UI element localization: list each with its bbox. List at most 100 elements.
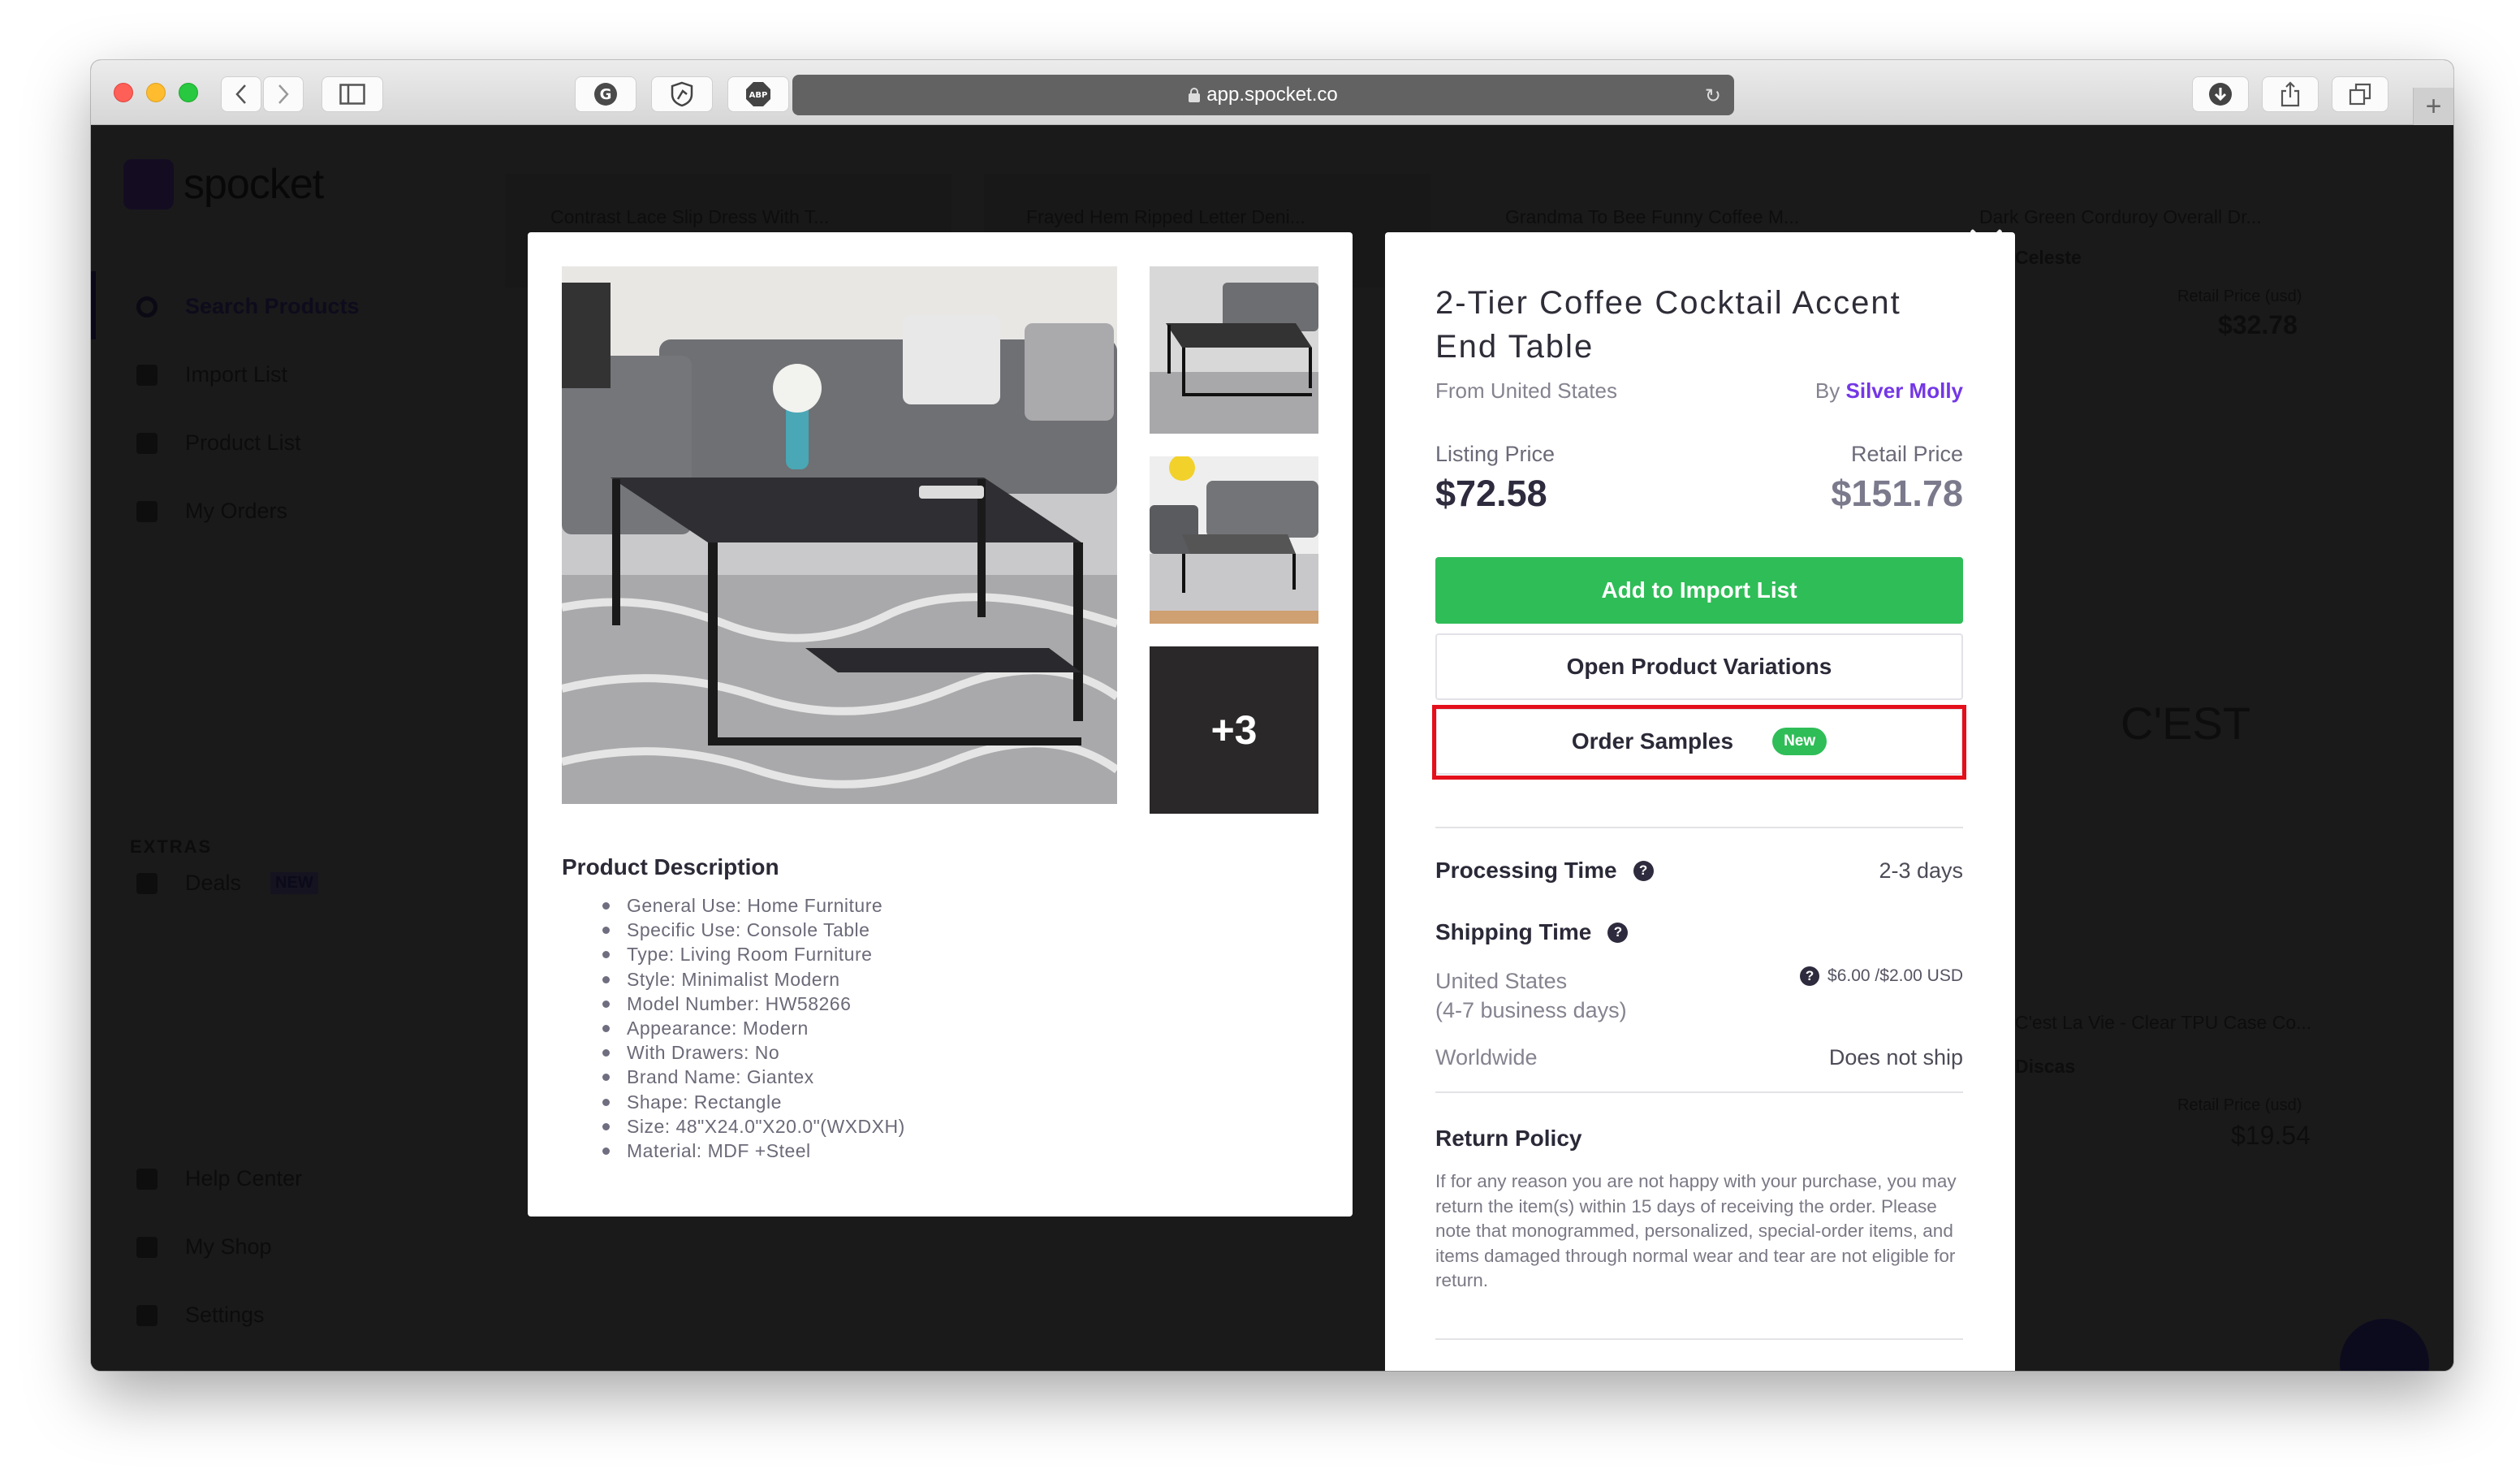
downloads-button[interactable] [2192,76,2249,112]
processing-time-value: 2-3 days [1879,858,1963,883]
sidebar-item-product-list[interactable]: Product List [136,430,301,456]
main-product-image[interactable] [562,266,1117,804]
shipping-destination: United States [1435,969,1568,993]
retail-price-label: Retail Price [1850,442,1963,466]
processing-time-heading: Processing Time ? [1435,858,1654,884]
reload-icon[interactable]: ↻ [1705,84,1721,108]
retail-price: $151.78 [1831,473,1963,514]
new-tab-button[interactable]: + [2413,88,2453,125]
product-gallery-panel: +3 Product Description General Use: Home… [528,232,1353,1217]
description-item: With Drawers: No [602,1040,905,1065]
svg-text:ABP: ABP [749,91,768,100]
new-badge: NEW [270,872,318,894]
grammarly-icon: G [594,83,617,106]
product-card-title: Dark Green Corduroy Overall Dr... [1979,206,2262,227]
shipping-time-heading-row: Shipping Time ? [1435,919,1963,945]
seller-link[interactable]: Silver Molly [1846,378,1964,403]
list-icon [136,432,158,454]
product-details-panel: 2-Tier Coffee Cocktail Accent End Table … [1385,232,2015,1371]
shield-icon [671,81,693,107]
url-text: app.spocket.co [1206,84,1338,106]
price-values: $72.58 $151.78 [1435,473,1963,515]
shop-icon [136,1236,158,1258]
forward-button[interactable] [263,76,304,112]
order-samples-button[interactable]: Order Samples New [1435,708,1963,775]
sidebar: spocket Search Products Import List Prod… [91,125,416,1371]
add-to-import-list-button[interactable]: Add to Import List [1435,557,1963,624]
close-window-button[interactable] [114,83,133,102]
coffee-table-photo [562,266,1117,804]
back-button[interactable] [221,76,261,112]
description-item: Size: 48"X24.0"X20.0"(WXDXH) [602,1114,905,1139]
retail-price: $19.54 [2231,1121,2311,1150]
phone-case-image: C'EST [2121,698,2251,749]
seller-name: Celeste [2015,247,2082,268]
shipping-cost-value: $6.00 /$2.00 USD [1827,966,1963,985]
shipping-worldwide-row: Worldwide Does not ship [1435,1043,1963,1072]
thumbnail-image [1150,266,1318,434]
forward-icon [278,84,289,104]
product-card-title: C'est La Vie - Clear TPU Case Co... [2015,1012,2312,1033]
help-icon[interactable]: ? [1633,860,1654,881]
orders-icon [136,500,158,522]
sidebar-item-label: Settings [185,1303,265,1327]
tabs-icon [2349,83,2371,106]
sidebar-item-my-shop[interactable]: My Shop [136,1234,272,1260]
help-icon[interactable]: ? [1607,922,1629,943]
chat-support-button[interactable] [2340,1319,2429,1371]
description-item: Style: Minimalist Modern [602,967,905,992]
origin-seller-row: From United States By Silver Molly [1435,378,1963,404]
description-item: Appearance: Modern [602,1016,905,1040]
processing-time-row: Processing Time ? 2-3 days [1435,858,1963,884]
shipping-cost: ? $6.00 /$2.00 USD [1800,966,1963,986]
button-label: Add to Import List [1601,577,1797,603]
divider [1435,1338,1963,1340]
sidebar-item-my-orders[interactable]: My Orders [136,499,287,524]
gallery-thumbnail[interactable] [1150,266,1318,434]
help-icon[interactable]: ? [1800,966,1820,986]
sidebar-item-label: Help Center [185,1166,303,1191]
zoom-window-button[interactable] [179,83,198,102]
thumbnail-image [1150,456,1318,624]
description-item: Material: MDF +Steel [602,1139,905,1163]
shipping-us-info: United States (4-7 business days) [1435,966,1627,1025]
sidebar-item-settings[interactable]: Settings [136,1303,265,1328]
more-images-button[interactable]: +3 [1150,646,1318,814]
shipping-availability: Does not ship [1828,1044,1963,1070]
share-icon [2281,81,2300,107]
grammarly-extension-button[interactable]: G [575,76,636,112]
back-icon [235,84,246,104]
shipping-time-heading: Shipping Time ? [1435,919,1629,945]
sidebar-item-search-products[interactable]: Search Products [136,294,360,319]
browser-toolbar: G ABP app.spocket.co ↻ + [91,60,2453,125]
sidebar-icon [339,84,365,105]
sidebar-toggle-button[interactable] [321,76,383,112]
description-item: Brand Name: Giantex [602,1065,905,1089]
sidebar-item-deals[interactable]: Deals NEW [136,871,318,896]
product-title: 2-Tier Coffee Cocktail Accent End Table [1435,285,1901,365]
share-button[interactable] [2262,76,2319,112]
product-card-title: Frayed Hem Ripped Letter Deni... [1026,206,1305,227]
privacy-extension-button[interactable] [651,76,713,112]
sidebar-item-label: Product List [185,430,301,455]
search-icon [136,296,158,318]
open-product-variations-button[interactable]: Open Product Variations [1435,633,1963,700]
by-label: By [1814,378,1840,403]
download-icon [2209,83,2232,106]
description-item: Model Number: HW58266 [602,992,905,1016]
shipping-destination: Worldwide [1435,1045,1538,1070]
gallery-thumbnail[interactable] [1150,456,1318,624]
new-tab-icon: + [2425,91,2442,122]
minimize-window-button[interactable] [146,83,166,102]
address-bar[interactable]: app.spocket.co ↻ [792,75,1734,115]
sidebar-item-import-list[interactable]: Import List [136,362,287,387]
logo-text: spocket [183,161,324,208]
sidebar-item-label: My Shop [185,1234,272,1259]
description-heading: Product Description [562,854,779,879]
shipping-us-row: United States (4-7 business days) ? $6.0… [1435,966,1963,1025]
sidebar-item-help-center[interactable]: Help Center [136,1166,302,1191]
tab-overview-button[interactable] [2332,76,2388,112]
sidebar-item-label: Search Products [185,294,360,318]
adblock-extension-button[interactable]: ABP [727,76,789,112]
adblock-icon: ABP [746,82,770,106]
